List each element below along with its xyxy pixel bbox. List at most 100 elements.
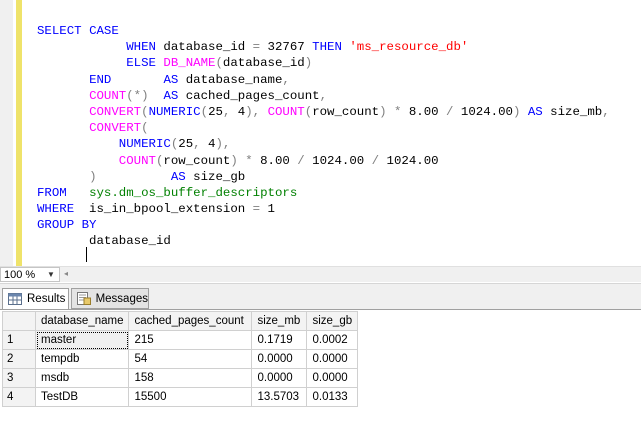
tab-messages[interactable]: Messages <box>71 288 149 309</box>
code-token: * <box>245 153 253 168</box>
code-token: END <box>89 72 112 87</box>
code-line[interactable]: CONVERT(NUMERIC(25, 4), COUNT(row_count)… <box>37 104 610 120</box>
results-tab-strip: Results Messages <box>0 283 641 310</box>
table-cell[interactable]: 0.1719 <box>251 330 308 350</box>
scroll-left-icon[interactable]: ◂ <box>64 269 68 278</box>
code-token: ), <box>215 137 231 152</box>
code-token: CONVERT <box>89 121 142 136</box>
code-token: database_name <box>178 72 283 87</box>
table-cell[interactable]: 0.0000 <box>251 368 308 388</box>
code-token: FROM <box>37 185 67 200</box>
query-editor[interactable]: SELECT CASE WHEN database_id = 32767 THE… <box>0 0 641 266</box>
code-token: DB_NAME <box>163 56 216 71</box>
row-number[interactable]: 4 <box>2 387 36 407</box>
code-line[interactable]: GROUP BY <box>37 217 610 233</box>
table-cell[interactable]: 15500 <box>128 387 253 407</box>
column-header[interactable]: size_gb <box>306 311 359 331</box>
table-cell[interactable]: 0.0000 <box>306 349 359 369</box>
column-header[interactable]: database_name <box>34 311 130 331</box>
table-cell[interactable]: 0.0002 <box>306 330 359 350</box>
code-token: = <box>252 202 261 217</box>
code-line[interactable]: SELECT CASE <box>37 23 610 39</box>
table-cell[interactable]: 215 <box>128 330 253 350</box>
code-token: CONVERT <box>89 104 142 119</box>
column-header[interactable]: cached_pages_count <box>128 311 253 331</box>
code-token: AS <box>170 169 186 184</box>
code-token: ( <box>200 104 209 119</box>
table-cell[interactable]: 0.0133 <box>306 387 359 407</box>
code-line[interactable]: CONVERT( <box>37 120 610 136</box>
chevron-down-icon: ▼ <box>47 270 55 279</box>
table-cell[interactable]: 158 <box>128 368 253 388</box>
code-token: ( <box>215 56 223 71</box>
table-row[interactable]: 2 tempdb 54 0.0000 0.0000 <box>2 349 359 369</box>
code-token: 'ms_resource_db' <box>349 40 469 55</box>
code-line[interactable]: WHEN database_id = 32767 THEN 'ms_resour… <box>37 39 610 55</box>
code-line[interactable]: ) AS size_gb <box>37 169 610 185</box>
table-row[interactable]: 4 TestDB 15500 13.5703 0.0133 <box>2 387 359 407</box>
code-token: THEN <box>312 40 342 55</box>
code-token: ELSE <box>126 56 156 71</box>
code-token: , <box>193 137 201 152</box>
table-row[interactable]: 3 msdb 158 0.0000 0.0000 <box>2 368 359 388</box>
table-cell[interactable]: 0.0000 <box>306 368 359 388</box>
code-line[interactable]: ELSE DB_NAME(database_id) <box>37 55 610 71</box>
tab-messages-label: Messages <box>95 292 148 305</box>
table-row[interactable]: 1 master 215 0.1719 0.0002 <box>2 330 359 350</box>
code-token: 1024.00 <box>453 104 513 119</box>
row-number[interactable]: 3 <box>2 368 36 388</box>
code-token: ( <box>141 121 149 136</box>
table-cell[interactable]: master <box>34 330 130 350</box>
table-cell[interactable]: 54 <box>128 349 253 369</box>
grid-corner[interactable] <box>2 311 36 331</box>
code-line[interactable]: WHERE is_in_bpool_extension = 1 <box>37 201 610 217</box>
code-token: / <box>371 153 380 168</box>
table-cell[interactable]: TestDB <box>34 387 130 407</box>
table-cell[interactable]: tempdb <box>34 349 130 369</box>
code-token: , <box>319 88 328 103</box>
row-number[interactable]: 1 <box>2 330 36 350</box>
tab-results[interactable]: Results <box>2 288 69 310</box>
table-cell[interactable]: 13.5703 <box>251 387 308 407</box>
code-token: COUNT <box>118 153 156 168</box>
code-token: 25 <box>178 137 194 152</box>
code-token: 4 <box>200 137 216 152</box>
zoom-dropdown[interactable]: 100 % ▼ <box>0 267 60 282</box>
code-token: COUNT <box>89 88 127 103</box>
code-token: 4 <box>230 104 246 119</box>
column-header[interactable]: size_mb <box>251 311 308 331</box>
code-token: 8.00 <box>401 104 447 119</box>
code-line[interactable]: database_id <box>37 233 610 249</box>
code-line[interactable]: END AS database_name, <box>37 72 610 88</box>
zoom-value: 100 % <box>4 268 36 281</box>
sql-code[interactable]: SELECT CASE WHEN database_id = 32767 THE… <box>37 23 610 250</box>
table-cell[interactable]: 0.0000 <box>251 349 308 369</box>
code-token: 1024.00 <box>304 153 372 168</box>
tab-results-label: Results <box>27 293 66 305</box>
code-line[interactable]: NUMERIC(25, 4), <box>37 136 610 152</box>
code-line[interactable]: FROM sys.dm_os_buffer_descriptors <box>37 185 610 201</box>
table-cell[interactable]: msdb <box>34 368 130 388</box>
editor-margin <box>0 0 13 266</box>
code-token: ( <box>141 104 149 119</box>
code-token: is_in_bpool_extension <box>74 202 253 217</box>
code-line[interactable]: COUNT(*) AS cached_pages_count, <box>37 88 610 104</box>
change-tracking-bar <box>16 0 22 266</box>
code-token: , <box>602 104 610 119</box>
code-token: 8.00 <box>252 153 298 168</box>
code-line[interactable]: COUNT(row_count) * 8.00 / 1024.00 / 1024… <box>37 153 610 169</box>
code-token: GROUP <box>37 218 75 233</box>
code-token: row_count <box>163 153 231 168</box>
grid-icon <box>7 292 23 306</box>
row-number[interactable]: 2 <box>2 349 36 369</box>
code-token: cached_pages_count <box>178 88 320 103</box>
